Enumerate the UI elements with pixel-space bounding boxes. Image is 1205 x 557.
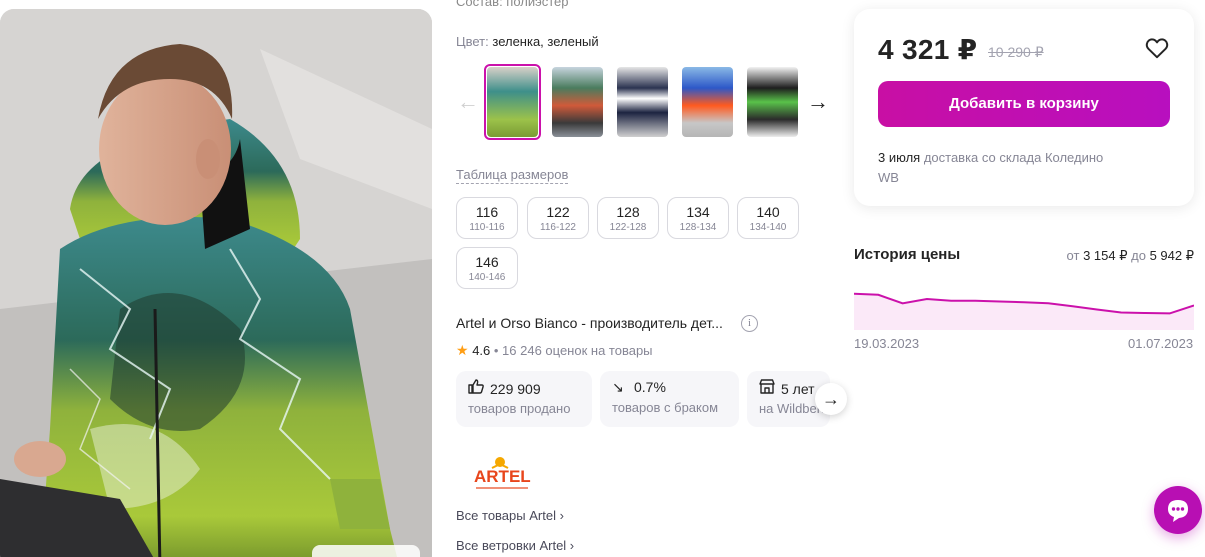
range-from-value: 3 154 ₽ — [1083, 248, 1128, 263]
trend-down-icon: ↘ — [612, 379, 624, 395]
brand-logo[interactable]: ARTEL — [470, 454, 534, 496]
seller-rating: ★ 4.6 • 16 246 оценок на товары — [456, 342, 653, 359]
delivery-date: 3 июля — [878, 150, 921, 165]
stat-card-sold: 229 909 товаров продано — [456, 371, 592, 427]
color-thumbnail[interactable] — [484, 64, 541, 140]
size-range: 128-134 — [679, 222, 717, 233]
all-brand-items-link[interactable]: Все товары Artel › — [456, 508, 564, 523]
photo-badge[interactable] — [312, 545, 420, 557]
color-value: зеленка, зеленый — [492, 34, 599, 49]
size-range: 110-116 — [469, 222, 505, 233]
add-to-cart-button[interactable]: Добавить в корзину — [878, 81, 1170, 127]
color-label-key: Цвет: — [456, 34, 489, 49]
color-thumbnail[interactable] — [614, 64, 671, 140]
thumbs-up-icon — [468, 379, 486, 397]
thumb-prev-arrow-icon[interactable]: ← — [456, 90, 480, 114]
size-value: 122 — [546, 204, 570, 220]
size-table-link[interactable]: Таблица размеров — [456, 167, 569, 184]
composition-text: Состав: полиэстер — [456, 0, 569, 9]
range-from-label: от — [1066, 248, 1080, 263]
size-value: 116 — [475, 204, 499, 220]
price-history-area — [854, 293, 1194, 330]
size-range: 134-140 — [749, 222, 787, 233]
color-thumbnail[interactable] — [679, 64, 736, 140]
info-icon[interactable]: i — [741, 315, 758, 332]
size-value: 146 — [475, 254, 499, 270]
size-option[interactable]: 140 134-140 — [737, 197, 799, 239]
size-option[interactable]: 122 116-122 — [527, 197, 589, 239]
stats-next-arrow-icon[interactable]: → — [815, 383, 847, 415]
color-thumbnails: ← → — [456, 64, 836, 140]
range-to-value: 5 942 ₽ — [1149, 248, 1194, 263]
rating-count: • 16 246 оценок на товары — [493, 343, 653, 358]
stat-card-defects: ↘ 0.7% товаров с браком — [600, 371, 739, 427]
old-price: 10 290 ₽ — [988, 44, 1044, 60]
history-start-date: 19.03.2023 — [854, 336, 920, 351]
rating-value: 4.6 — [472, 343, 491, 358]
stat-value: 0.7% — [634, 379, 666, 395]
price-history-title: История цены — [854, 246, 961, 263]
price-history-chart[interactable] — [854, 282, 1194, 330]
size-option[interactable]: 116 110-116 — [456, 197, 518, 239]
color-thumbnail[interactable] — [549, 64, 606, 140]
store-icon — [759, 379, 777, 397]
size-range: 140-146 — [468, 272, 506, 283]
delivery-info: 3 июля доставка со склада Коледино WB — [878, 148, 1118, 188]
current-price: 4 321 ₽ — [878, 34, 978, 65]
manufacturer-link[interactable]: Artel и Orso Bianco - производитель дет.… — [456, 315, 723, 331]
svg-text:ARTEL: ARTEL — [474, 467, 531, 486]
size-option[interactable]: 128 122-128 — [597, 197, 659, 239]
size-value: 128 — [616, 204, 640, 220]
price-history-range: от 3 154 ₽ до 5 942 ₽ — [1062, 248, 1194, 264]
range-to-label: до — [1131, 248, 1146, 263]
all-brand-jackets-link[interactable]: Все ветровки Artel › — [456, 538, 574, 553]
chat-button[interactable] — [1154, 486, 1202, 534]
stat-caption: товаров продано — [468, 401, 571, 416]
thumb-next-arrow-icon[interactable]: → — [806, 90, 830, 114]
stat-value: 5 лет — [781, 381, 815, 397]
buy-card: 4 321 ₽ 10 290 ₽ Добавить в корзину 3 ию… — [854, 9, 1194, 206]
size-range: 116-122 — [540, 222, 576, 233]
size-value: 140 — [756, 204, 780, 220]
heart-icon[interactable] — [1144, 35, 1170, 61]
size-value: 134 — [686, 204, 710, 220]
size-option[interactable]: 134 128-134 — [667, 197, 729, 239]
star-icon: ★ — [456, 342, 469, 358]
size-option[interactable]: 146 140-146 — [456, 247, 518, 289]
stat-caption: товаров с браком — [612, 400, 719, 415]
history-end-date: 01.07.2023 — [1128, 336, 1194, 351]
chat-bubble-icon — [1168, 500, 1188, 522]
color-thumbnail[interactable] — [744, 64, 801, 140]
stat-value: 229 909 — [490, 381, 541, 397]
size-range: 122-128 — [609, 222, 647, 233]
color-label: Цвет: зеленка, зеленый — [456, 34, 599, 49]
product-main-photo[interactable] — [0, 9, 432, 557]
